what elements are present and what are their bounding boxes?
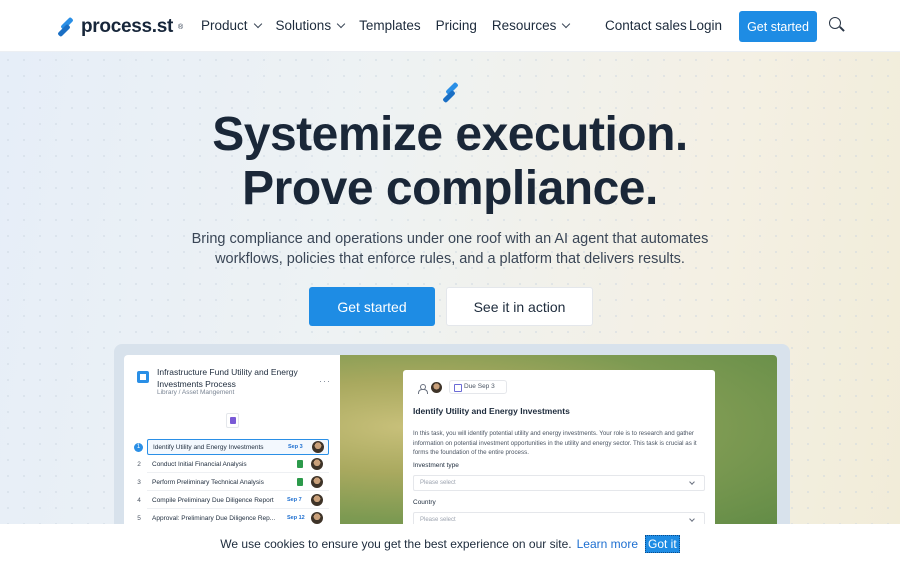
chevron-down-icon [689, 479, 695, 485]
spreadsheet-icon [297, 478, 303, 486]
chevron-down-icon [336, 19, 346, 28]
task-label: Identify Utility and Energy Investments [153, 444, 264, 451]
select-placeholder: Please select [420, 517, 456, 523]
due-date-pill[interactable]: Due Sep 3 [449, 380, 507, 394]
logo[interactable]: process.st ® [56, 16, 183, 38]
task-row[interactable]: 3 Perform Preliminary Technical Analysis [132, 475, 329, 491]
menu-item-solutions[interactable]: Solutions [275, 18, 346, 33]
cookie-banner: We use cookies to ensure you get the bes… [0, 524, 900, 563]
project-breadcrumb[interactable]: Library / Asset Mangement [157, 389, 234, 396]
hero-title: Systemize execution. Prove compliance. [0, 108, 900, 216]
get-started-button[interactable]: Get started [309, 287, 435, 326]
hero-title-line2: Prove compliance. [242, 162, 658, 215]
hero-subtitle-line1: Bring compliance and operations under on… [191, 231, 709, 247]
top-nav: process.st ® Product Solutions Templates… [0, 0, 900, 52]
menu-item-product[interactable]: Product [201, 18, 262, 33]
task-description: In this task, you will identify potentia… [413, 430, 697, 456]
assignee-avatar [311, 458, 323, 470]
menu-item-pricing[interactable]: Pricing [436, 18, 477, 33]
chevron-down-icon [562, 19, 571, 28]
cookie-text: We use cookies to ensure you get the bes… [220, 536, 572, 551]
logo-text: process.st [81, 16, 174, 37]
menu-item-label: Pricing [435, 18, 477, 33]
assign-user-icon[interactable] [417, 384, 428, 394]
assignee-avatar [431, 382, 442, 393]
task-label: Compile Preliminary Due Diligence Report [152, 497, 274, 504]
login-link[interactable]: Login [689, 18, 722, 33]
menu-item-label: Product [201, 18, 248, 33]
logo-trademark: ® [178, 23, 184, 31]
assignee-avatar [312, 441, 324, 453]
brand-mark-icon [440, 81, 462, 104]
hero-title-line1: Systemize execution. [212, 108, 688, 161]
menu-item-label: Solutions [275, 18, 332, 33]
task-due-date: Sep 12 [287, 515, 305, 521]
spreadsheet-icon [297, 460, 303, 468]
assignee-avatar [311, 512, 323, 524]
task-number: 4 [137, 497, 141, 504]
project-title: Infrastructure Fund Utility and Energy I… [157, 367, 298, 389]
assignee-avatar [311, 494, 323, 506]
task-number: 2 [137, 461, 141, 468]
see-it-in-action-button[interactable]: See it in action [446, 287, 593, 326]
menu-item-label: Templates [359, 18, 421, 33]
get-started-nav-button[interactable]: Get started [739, 11, 817, 42]
task-title: Identify Utility and Energy Investments [413, 406, 570, 416]
task-detail-card: Due Sep 3 Identify Utility and Energy In… [403, 370, 715, 535]
task-label: Perform Preliminary Technical Analysis [152, 479, 264, 486]
task-row[interactable]: 2 Conduct Initial Financial Analysis [132, 457, 329, 473]
project-icon [137, 371, 149, 383]
assignee-avatar [311, 476, 323, 488]
chevron-down-icon [689, 516, 695, 522]
task-due-date: Sep 3 [288, 444, 303, 450]
logo-mark-icon [56, 16, 76, 38]
task-label: Approval: Preliminary Due Diligence Rep.… [152, 515, 276, 522]
hero-subtitle: Bring compliance and operations under on… [0, 229, 900, 269]
investment-type-select[interactable]: Please select [413, 475, 705, 491]
investment-type-label: Investment type [413, 462, 459, 469]
task-label: Conduct Initial Financial Analysis [152, 461, 247, 468]
document-icon [226, 413, 239, 428]
task-row[interactable]: 1 Identify Utility and Energy Investment… [132, 439, 329, 455]
contact-sales-link[interactable]: Contact sales [605, 18, 687, 33]
task-number: 5 [137, 515, 141, 522]
country-label: Country [413, 499, 436, 506]
task-number: 3 [137, 479, 141, 486]
search-icon[interactable] [829, 17, 845, 33]
learn-more-link[interactable]: Learn more [577, 537, 638, 551]
more-options-icon[interactable]: ··· [319, 376, 331, 386]
main-menu: Product Solutions Templates Pricing Reso… [201, 18, 571, 33]
menu-item-label: Resources [491, 18, 557, 33]
got-it-button[interactable]: Got it [645, 534, 680, 553]
task-number: 1 [134, 442, 143, 452]
task-row[interactable]: 4 Compile Preliminary Due Diligence Repo… [132, 493, 329, 509]
hero-subtitle-line2: workflows, policies that enforce rules, … [215, 251, 685, 267]
menu-item-resources[interactable]: Resources [491, 18, 571, 33]
select-placeholder: Please select [420, 480, 456, 486]
menu-item-templates[interactable]: Templates [359, 18, 421, 33]
task-due-date: Sep 7 [287, 497, 302, 503]
chevron-down-icon [253, 19, 262, 28]
